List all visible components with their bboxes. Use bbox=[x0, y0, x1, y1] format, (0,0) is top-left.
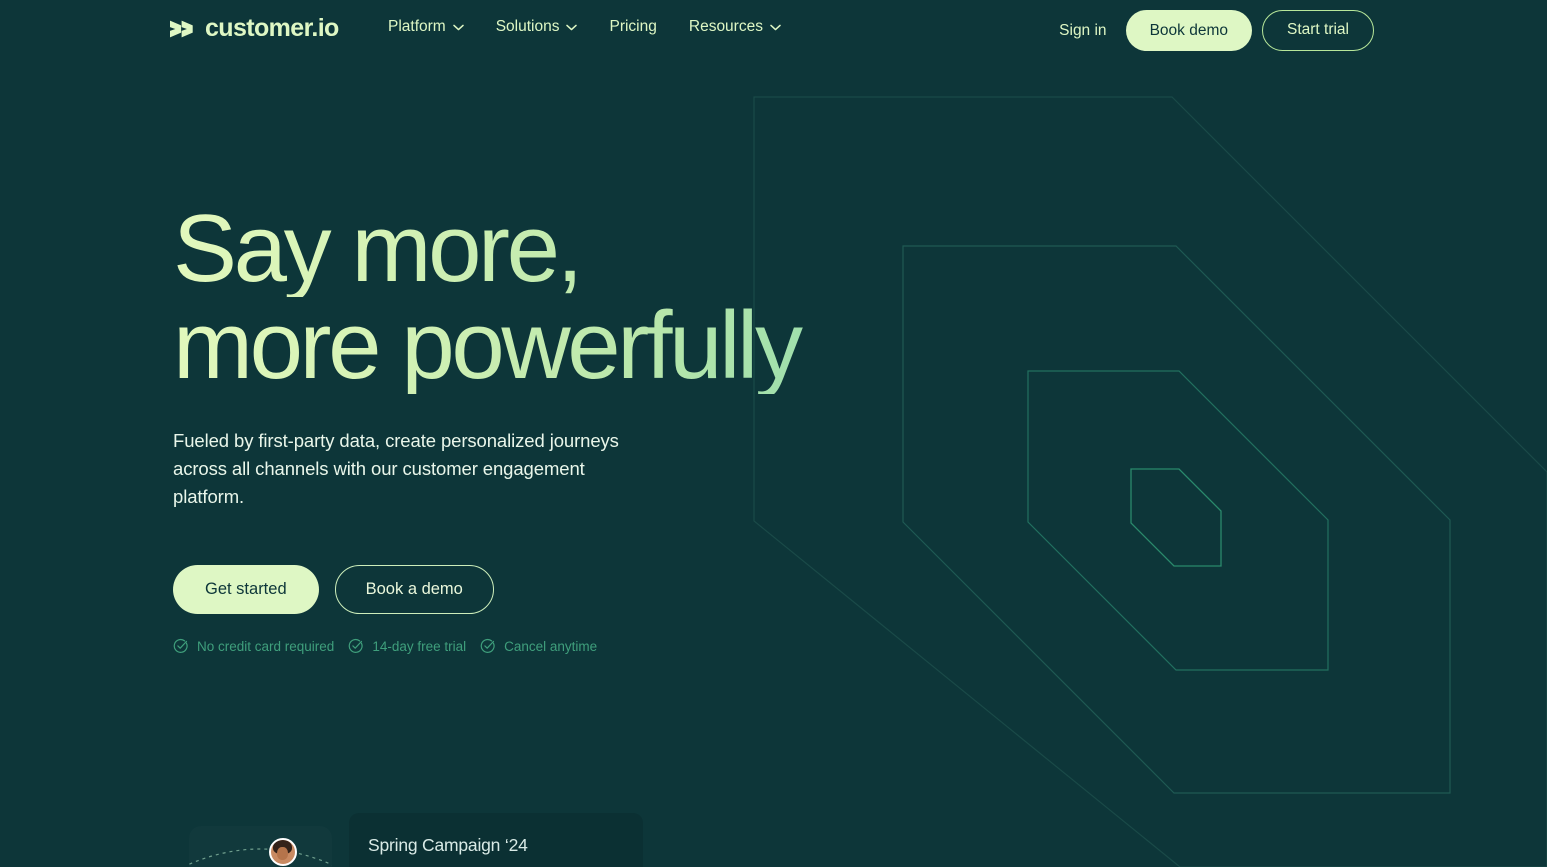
book-demo-button[interactable]: Book demo bbox=[1125, 10, 1252, 51]
avatar bbox=[269, 838, 297, 866]
start-trial-button[interactable]: Start trial bbox=[1261, 10, 1374, 51]
badge-free-trial: 14-day free trial bbox=[348, 638, 466, 654]
logo[interactable]: customer.io bbox=[170, 16, 339, 41]
site-header: customer.io Platform Solutions Pricing R… bbox=[0, 0, 1547, 62]
get-started-button[interactable]: Get started bbox=[173, 565, 319, 614]
sign-in-link[interactable]: Sign in bbox=[1059, 22, 1106, 40]
trust-badges: No credit card required 14-day free tria… bbox=[173, 638, 597, 654]
customerio-chevrons-icon bbox=[170, 20, 193, 37]
preview-cards: Spring Campaign ‘24 bbox=[0, 813, 1547, 867]
badge-label: 14-day free trial bbox=[372, 638, 467, 654]
logo-text: customer.io bbox=[205, 14, 339, 42]
nav-item-pricing[interactable]: Pricing bbox=[609, 18, 656, 36]
chevron-down-icon bbox=[566, 24, 578, 30]
hero-cta-group: Get started Book a demo bbox=[173, 565, 494, 614]
dashed-arc-icon bbox=[189, 848, 332, 866]
nav-item-label: Pricing bbox=[609, 18, 657, 35]
nav-item-label: Solutions bbox=[495, 18, 560, 35]
avatar-face bbox=[277, 847, 288, 860]
badge-cancel-anytime: Cancel anytime bbox=[480, 638, 597, 654]
chevron-down-icon bbox=[452, 24, 464, 30]
badge-label: Cancel anytime bbox=[504, 638, 598, 654]
badge-no-credit-card: No credit card required bbox=[173, 638, 334, 654]
nav-item-label: Platform bbox=[388, 18, 446, 35]
chevron-down-icon bbox=[770, 24, 781, 30]
main-nav: Platform Solutions Pricing Resources bbox=[388, 18, 781, 36]
badge-label: No credit card required bbox=[197, 638, 335, 654]
check-circle-icon bbox=[173, 638, 188, 653]
header-actions: Sign in Book demo Start trial bbox=[1059, 10, 1374, 51]
nav-item-resources[interactable]: Resources bbox=[689, 18, 781, 36]
hero-subheading: Fueled by first-party data, create perso… bbox=[173, 430, 619, 507]
check-circle-icon bbox=[349, 638, 363, 653]
book-a-demo-button[interactable]: Book a demo bbox=[334, 565, 494, 614]
headline-line-1: Say more, bbox=[173, 200, 1073, 297]
page-root: customer.io Platform Solutions Pricing R… bbox=[0, 0, 1547, 867]
journey-preview-card[interactable] bbox=[189, 826, 332, 867]
nav-item-label: Resources bbox=[688, 18, 763, 35]
nav-item-platform[interactable]: Platform bbox=[388, 18, 464, 36]
nav-item-solutions[interactable]: Solutions bbox=[496, 18, 578, 36]
octagon-outline-4 bbox=[1130, 468, 1222, 567]
octagon-outline-3 bbox=[1027, 370, 1329, 671]
campaign-preview-card[interactable]: Spring Campaign ‘24 bbox=[349, 813, 643, 867]
page-title: Say more, more powerfully bbox=[173, 200, 1073, 394]
check-circle-icon bbox=[480, 638, 495, 653]
headline-line-2: more powerfully bbox=[173, 297, 1073, 394]
campaign-title: Spring Campaign ‘24 bbox=[368, 835, 528, 855]
